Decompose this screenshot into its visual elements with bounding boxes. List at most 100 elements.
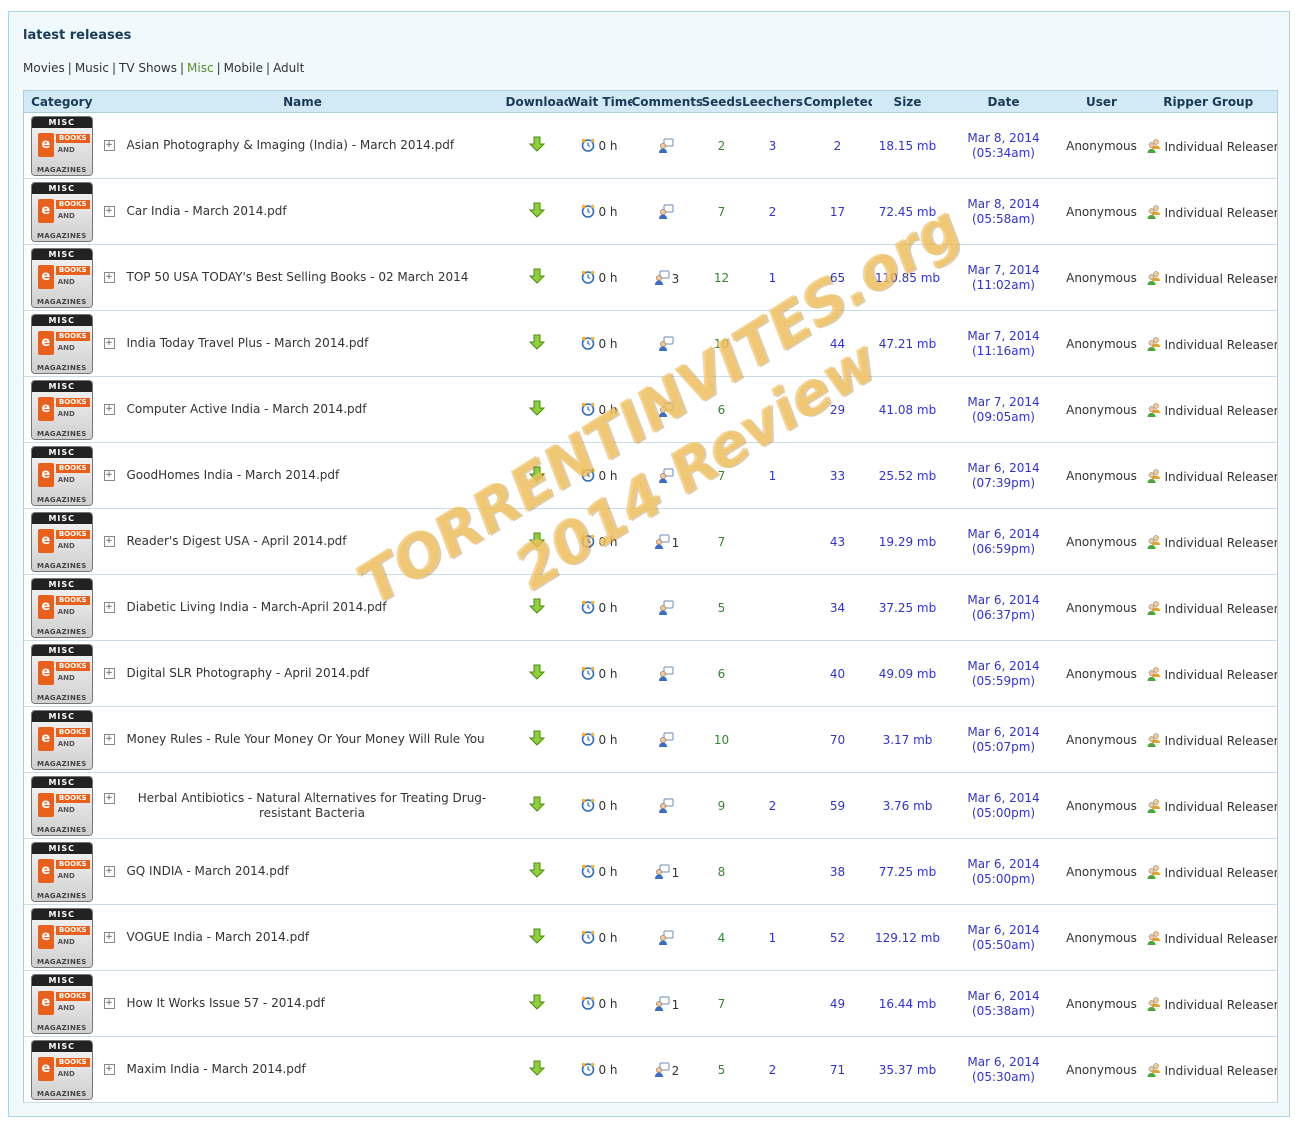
ripper-group-value[interactable]: Individual Releaser: [1165, 932, 1278, 946]
plus-box-icon[interactable]: +: [103, 338, 115, 349]
comment-user-icon[interactable]: [658, 402, 674, 418]
column-header-seeds[interactable]: Seeds: [701, 90, 742, 113]
column-header-wait-time[interactable]: Wait Time: [567, 90, 632, 113]
release-name-link[interactable]: Digital SLR Photography - April 2014.pdf: [127, 666, 370, 681]
comment-user-icon[interactable]: [654, 270, 670, 286]
category-badge-misc-ebooks[interactable]: MISC e BOOKS AND MAGAZINES: [30, 577, 93, 638]
ripper-group-value[interactable]: Individual Releaser: [1165, 536, 1278, 550]
comments-count[interactable]: 1: [672, 998, 680, 1012]
download-arrow-icon[interactable]: [528, 136, 545, 152]
column-header-category[interactable]: Category: [23, 90, 100, 113]
plus-box-icon[interactable]: +: [103, 602, 115, 613]
download-arrow-icon[interactable]: [528, 466, 545, 482]
release-name-link[interactable]: India Today Travel Plus - March 2014.pdf: [127, 336, 369, 351]
ripper-group-value[interactable]: Individual Releaser: [1165, 668, 1278, 682]
category-cell[interactable]: MISC e BOOKS AND MAGAZINES: [23, 772, 100, 839]
user-value[interactable]: Anonymous: [1063, 574, 1140, 641]
plus-box-icon[interactable]: +: [103, 932, 115, 943]
release-name-link[interactable]: Car India - March 2014.pdf: [127, 204, 287, 219]
release-name-link[interactable]: GQ INDIA - March 2014.pdf: [127, 864, 289, 879]
category-badge-misc-ebooks[interactable]: MISC e BOOKS AND MAGAZINES: [30, 709, 93, 770]
comments-count[interactable]: 1: [672, 866, 680, 880]
category-cell[interactable]: MISC e BOOKS AND MAGAZINES: [23, 112, 100, 179]
download-arrow-icon[interactable]: [528, 928, 545, 944]
ripper-group-value[interactable]: Individual Releaser: [1165, 998, 1278, 1012]
comment-user-icon[interactable]: [658, 666, 674, 682]
comments-count[interactable]: 1: [672, 536, 680, 550]
release-name-link[interactable]: Asian Photography & Imaging (India) - Ma…: [127, 138, 455, 153]
comments-count[interactable]: 2: [672, 1064, 680, 1078]
ripper-group-value[interactable]: Individual Releaser: [1165, 206, 1278, 220]
release-name-link[interactable]: Money Rules - Rule Your Money Or Your Mo…: [127, 732, 485, 747]
category-badge-misc-ebooks[interactable]: MISC e BOOKS AND MAGAZINES: [30, 313, 93, 374]
release-name-link[interactable]: Maxim India - March 2014.pdf: [127, 1062, 306, 1077]
user-value[interactable]: Anonymous: [1063, 112, 1140, 179]
category-badge-misc-ebooks[interactable]: MISC e BOOKS AND MAGAZINES: [30, 379, 93, 440]
user-value[interactable]: Anonymous: [1063, 970, 1140, 1037]
column-header-name[interactable]: Name: [99, 90, 506, 113]
release-name-link[interactable]: Herbal Antibiotics - Natural Alternative…: [127, 791, 498, 821]
ripper-group-value[interactable]: Individual Releaser: [1165, 470, 1278, 484]
user-value[interactable]: Anonymous: [1063, 706, 1140, 773]
category-badge-misc-ebooks[interactable]: MISC e BOOKS AND MAGAZINES: [30, 841, 93, 902]
user-value[interactable]: Anonymous: [1063, 772, 1140, 839]
plus-box-icon[interactable]: +: [103, 734, 115, 745]
ripper-group-value[interactable]: Individual Releaser: [1165, 800, 1278, 814]
category-cell[interactable]: MISC e BOOKS AND MAGAZINES: [23, 244, 100, 311]
download-arrow-icon[interactable]: [528, 598, 545, 614]
category-badge-misc-ebooks[interactable]: MISC e BOOKS AND MAGAZINES: [30, 907, 93, 968]
user-value[interactable]: Anonymous: [1063, 310, 1140, 377]
plus-box-icon[interactable]: +: [103, 1064, 115, 1075]
release-name-link[interactable]: TOP 50 USA TODAY's Best Selling Books - …: [127, 270, 469, 285]
column-header-leechers[interactable]: Leechers: [741, 90, 804, 113]
column-header-download[interactable]: Download: [505, 90, 568, 113]
category-link-tv-shows[interactable]: TV Shows: [119, 61, 177, 75]
download-arrow-icon[interactable]: [528, 1060, 545, 1076]
comment-user-icon[interactable]: [654, 534, 670, 550]
category-badge-misc-ebooks[interactable]: MISC e BOOKS AND MAGAZINES: [30, 643, 93, 704]
category-cell[interactable]: MISC e BOOKS AND MAGAZINES: [23, 838, 100, 905]
download-arrow-icon[interactable]: [528, 268, 545, 284]
category-cell[interactable]: MISC e BOOKS AND MAGAZINES: [23, 310, 100, 377]
comment-user-icon[interactable]: [658, 204, 674, 220]
release-name-link[interactable]: Diabetic Living India - March-April 2014…: [127, 600, 387, 615]
ripper-group-value[interactable]: Individual Releaser: [1165, 272, 1278, 286]
user-value[interactable]: Anonymous: [1063, 1036, 1140, 1103]
download-arrow-icon[interactable]: [528, 796, 545, 812]
plus-box-icon[interactable]: +: [103, 668, 115, 679]
plus-box-icon[interactable]: +: [103, 272, 115, 283]
category-cell[interactable]: MISC e BOOKS AND MAGAZINES: [23, 640, 100, 707]
category-cell[interactable]: MISC e BOOKS AND MAGAZINES: [23, 376, 100, 443]
column-header-date[interactable]: Date: [943, 90, 1064, 113]
category-cell[interactable]: MISC e BOOKS AND MAGAZINES: [23, 970, 100, 1037]
category-cell[interactable]: MISC e BOOKS AND MAGAZINES: [23, 178, 100, 245]
column-header-ripper-group[interactable]: Ripper Group: [1139, 90, 1278, 113]
download-arrow-icon[interactable]: [528, 994, 545, 1010]
user-value[interactable]: Anonymous: [1063, 904, 1140, 971]
release-name-link[interactable]: How It Works Issue 57 - 2014.pdf: [127, 996, 325, 1011]
ripper-group-value[interactable]: Individual Releaser: [1165, 734, 1278, 748]
category-link-mobile[interactable]: Mobile: [224, 61, 263, 75]
download-arrow-icon[interactable]: [528, 862, 545, 878]
user-value[interactable]: Anonymous: [1063, 376, 1140, 443]
plus-box-icon[interactable]: +: [103, 998, 115, 1009]
comment-user-icon[interactable]: [658, 798, 674, 814]
category-badge-misc-ebooks[interactable]: MISC e BOOKS AND MAGAZINES: [30, 775, 93, 836]
category-badge-misc-ebooks[interactable]: MISC e BOOKS AND MAGAZINES: [30, 115, 93, 176]
ripper-group-value[interactable]: Individual Releaser: [1165, 140, 1278, 154]
category-cell[interactable]: MISC e BOOKS AND MAGAZINES: [23, 706, 100, 773]
category-link-misc[interactable]: Misc: [187, 61, 214, 75]
column-header-user[interactable]: User: [1063, 90, 1140, 113]
user-value[interactable]: Anonymous: [1063, 178, 1140, 245]
category-link-music[interactable]: Music: [75, 61, 109, 75]
plus-box-icon[interactable]: +: [103, 792, 115, 804]
plus-box-icon[interactable]: +: [103, 404, 115, 415]
category-link-adult[interactable]: Adult: [273, 61, 304, 75]
comment-user-icon[interactable]: [658, 468, 674, 484]
category-cell[interactable]: MISC e BOOKS AND MAGAZINES: [23, 904, 100, 971]
comment-user-icon[interactable]: [658, 732, 674, 748]
category-badge-misc-ebooks[interactable]: MISC e BOOKS AND MAGAZINES: [30, 1039, 93, 1100]
category-cell[interactable]: MISC e BOOKS AND MAGAZINES: [23, 1036, 100, 1103]
release-name-link[interactable]: Reader's Digest USA - April 2014.pdf: [127, 534, 347, 549]
comment-user-icon[interactable]: [654, 1062, 670, 1078]
